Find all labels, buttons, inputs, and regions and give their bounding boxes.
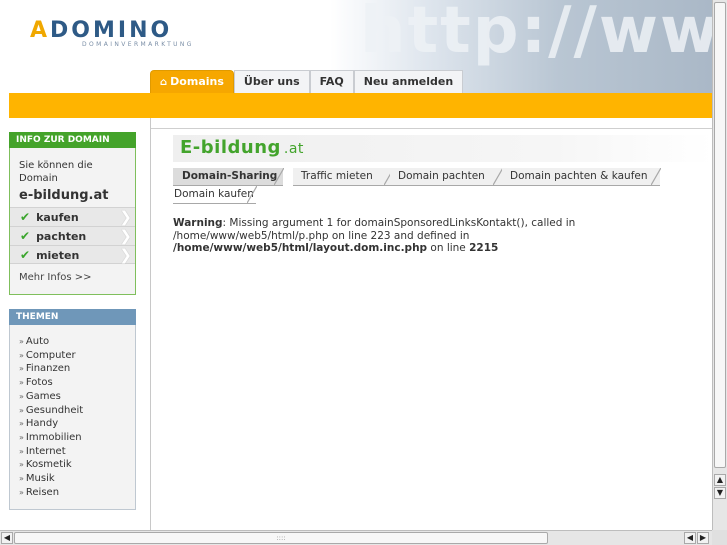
theme-label: Computer xyxy=(25,349,76,361)
theme-label: Kosmetik xyxy=(25,459,72,471)
check-icon: ✔ xyxy=(20,210,31,224)
bullet-icon: » xyxy=(19,446,24,456)
nav-neu-anmelden[interactable]: Neu anmelden xyxy=(353,70,464,93)
theme-label: Internet xyxy=(25,445,66,457)
theme-link-games[interactable]: » Games xyxy=(19,390,83,404)
bullet-icon: » xyxy=(19,460,24,470)
page-title-name: E-bildung xyxy=(180,137,281,158)
bullet-icon: » xyxy=(19,350,24,360)
scroll-left-button[interactable]: ◀ xyxy=(1,532,13,544)
theme-link-fotos[interactable]: » Fotos xyxy=(19,376,83,390)
logo-first-letter: A xyxy=(30,18,51,43)
page-title: E-bildung .at xyxy=(180,137,304,158)
domain-info-box: Sie können die Domain e-bildung.at ✔ kauf… xyxy=(9,148,136,295)
bullet-icon: » xyxy=(19,391,24,401)
php-warning: Warning: Missing argument 1 for domainSp… xyxy=(173,217,713,255)
scroll-left-button-2[interactable]: ◀ xyxy=(684,532,696,544)
bullet-icon: » xyxy=(19,364,24,374)
tab-domain-pachten[interactable]: Domain pachten xyxy=(390,168,503,186)
theme-label: Handy xyxy=(25,418,59,430)
site-header: http://www ADOMINO DOMAINVERMARKTUNG ⌂Do… xyxy=(0,0,712,93)
theme-label: Auto xyxy=(25,336,50,347)
action-kaufen[interactable]: ✔ kaufen ❯ xyxy=(10,207,135,226)
action-label: pachten xyxy=(36,230,87,243)
theme-label: Finanzen xyxy=(25,363,71,375)
logo-rest: DOMINO xyxy=(50,18,173,43)
chevron-right-icon: ❯ xyxy=(119,227,132,245)
warning-text-line: on line xyxy=(427,242,470,254)
main-content: E-bildung .at Domain-Sharing Traffic miet… xyxy=(150,118,713,530)
chevron-right-icon: ❯ xyxy=(119,208,132,226)
theme-link-musik[interactable]: » Musik xyxy=(19,472,83,486)
horizontal-scroll-thumb[interactable]: :::: xyxy=(14,532,548,544)
themes-list: » Auto » Computer » Finanzen » Fotos » Games … xyxy=(19,335,83,499)
domain-name: e-bildung.at xyxy=(19,188,109,203)
site-logo[interactable]: ADOMINO DOMAINVERMARKTUNG xyxy=(30,18,194,48)
themes-heading: THEMEN xyxy=(9,309,136,325)
tab-domain-pachten-kaufen[interactable]: Domain pachten & kaufen xyxy=(502,168,661,186)
scroll-right-button[interactable]: ▶ xyxy=(697,532,709,544)
bullet-icon: » xyxy=(19,474,24,484)
bullet-icon: » xyxy=(19,405,24,415)
vertical-scroll-thumb[interactable] xyxy=(714,2,726,468)
warning-label: Warning xyxy=(173,217,223,229)
nav-domains-label: Domains xyxy=(170,75,224,88)
theme-label: Gesundheit xyxy=(25,404,84,416)
themes-box: » Auto » Computer » Finanzen » Fotos » Games … xyxy=(9,325,136,510)
logo-text: ADOMINO xyxy=(30,18,194,43)
action-label: mieten xyxy=(36,249,80,262)
bullet-icon: » xyxy=(19,378,24,388)
domain-intro: Sie können die Domain xyxy=(19,160,93,184)
domain-title-band: E-bildung .at xyxy=(173,135,713,162)
divider xyxy=(151,128,713,129)
theme-label: Fotos xyxy=(25,377,53,389)
horizontal-scrollbar[interactable]: ◀ :::: ◀ ▶ xyxy=(0,530,712,545)
main-nav: ⌂ Domains Über uns FAQ Neu anmelden xyxy=(150,70,464,93)
theme-link-kosmetik[interactable]: » Kosmetik xyxy=(19,458,83,472)
theme-link-immobilien[interactable]: » Immobilien xyxy=(19,431,83,445)
warning-line-number: 2215 xyxy=(469,242,499,254)
chevron-right-icon: ❯ xyxy=(119,246,132,264)
nav-faq[interactable]: FAQ xyxy=(309,70,354,93)
action-mieten[interactable]: ✔ mieten ❯ xyxy=(10,245,135,264)
left-sidebar: INFO ZUR DOMAIN Sie können die Domain e-… xyxy=(0,118,150,530)
theme-label: Reisen xyxy=(25,486,60,498)
tab-traffic-mieten[interactable]: Traffic mieten xyxy=(293,168,394,186)
theme-label: Musik xyxy=(25,473,55,485)
bullet-icon: » xyxy=(19,419,24,429)
theme-link-auto[interactable]: » Auto xyxy=(19,335,83,349)
theme-link-gesundheit[interactable]: » Gesundheit xyxy=(19,404,83,418)
nav-band xyxy=(9,93,712,118)
vertical-scrollbar[interactable]: ▲ ▼ xyxy=(712,0,727,530)
theme-link-computer[interactable]: » Computer xyxy=(19,349,83,363)
scroll-up-button[interactable]: ▲ xyxy=(714,474,726,486)
header-watermark: http://www xyxy=(360,0,712,68)
bullet-icon: » xyxy=(19,487,24,497)
tab-domain-sharing[interactable]: Domain-Sharing xyxy=(173,168,284,186)
nav-ueber-uns[interactable]: Über uns xyxy=(233,70,310,93)
warning-text: : Missing argument 1 for domainSponsored… xyxy=(173,217,576,242)
more-info-link[interactable]: Mehr Infos >> xyxy=(19,272,91,283)
info-heading: INFO ZUR DOMAIN xyxy=(9,132,136,148)
check-icon: ✔ xyxy=(20,248,31,262)
theme-link-handy[interactable]: » Handy xyxy=(19,417,83,431)
logo-tagline: DOMAINVERMARKTUNG xyxy=(82,41,194,48)
action-label: kaufen xyxy=(36,211,79,224)
scrollbar-corner xyxy=(712,530,727,545)
theme-link-internet[interactable]: » Internet xyxy=(19,445,83,459)
theme-label: Games xyxy=(25,390,61,402)
tab-domain-kaufen[interactable]: Domain kaufen xyxy=(173,186,257,204)
check-icon: ✔ xyxy=(20,229,31,243)
home-icon: ⌂ xyxy=(160,77,168,88)
bullet-icon: » xyxy=(19,432,24,442)
scroll-down-button[interactable]: ▼ xyxy=(714,487,726,499)
bullet-icon: » xyxy=(19,337,24,346)
page-title-tld: .at xyxy=(283,141,304,157)
theme-link-finanzen[interactable]: » Finanzen xyxy=(19,362,83,376)
action-pachten[interactable]: ✔ pachten ❯ xyxy=(10,226,135,245)
nav-domains[interactable]: ⌂ Domains xyxy=(150,70,234,93)
theme-link-reisen[interactable]: » Reisen xyxy=(19,486,83,500)
theme-label: Immobilien xyxy=(25,431,82,443)
warning-path: /home/www/web5/html/layout.dom.inc.php xyxy=(173,242,428,254)
